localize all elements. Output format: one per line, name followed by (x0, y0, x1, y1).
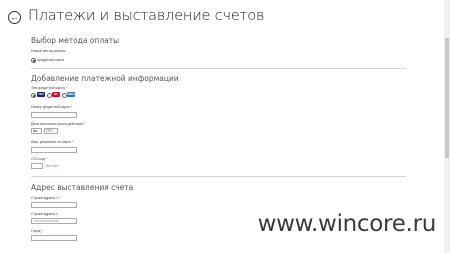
card-type-label: Тип кредитной карты * (31, 86, 68, 90)
city-label: Город * (31, 229, 43, 233)
cardholder-name-label: Имя, указанное на карте * (31, 140, 74, 144)
expiry-month-value: мм (33, 129, 38, 133)
back-arrow-icon[interactable]: ← (8, 11, 21, 24)
credit-card-radio-label: Кредитная карта (37, 58, 65, 62)
expiry-year-select[interactable]: ГГГГ (44, 128, 58, 134)
city-input[interactable] (31, 235, 77, 241)
cardholder-name-input[interactable] (31, 147, 77, 153)
card-type-logos: VISA MC AMEX (37, 92, 77, 98)
section-divider (31, 176, 406, 177)
section-heading-payment-method: Выбор метода оплаты (31, 36, 119, 45)
page-title: Платежи и выставление счетов (28, 8, 265, 24)
expiry-label: Дата окончания срока действия * (31, 122, 86, 126)
visa-logo[interactable]: VISA (37, 92, 45, 97)
address-line1-input[interactable] (31, 202, 77, 208)
vertical-scrollbar[interactable] (444, 0, 450, 253)
credit-card-radio[interactable] (31, 58, 36, 63)
scrollbar-thumb[interactable] (445, 38, 449, 158)
section-divider (31, 68, 406, 69)
cvv-label: CVV-код * (31, 157, 47, 161)
cvv-help-link[interactable]: Что это? (46, 164, 59, 168)
card-number-input[interactable] (31, 112, 77, 118)
address-line2-input[interactable]: Необязательный (31, 218, 77, 224)
cvv-input[interactable] (31, 163, 43, 169)
mastercard-logo[interactable]: MC (52, 92, 60, 97)
address-line1-label: Строка адреса 1 * (31, 196, 61, 200)
section-heading-billing: Адрес выставления счета (31, 183, 134, 192)
card-type-radio[interactable] (31, 93, 36, 98)
amex-logo[interactable]: AMEX (67, 92, 75, 97)
expiry-year-value: ГГГГ (46, 129, 53, 133)
expiry-month-select[interactable]: мм (31, 128, 42, 134)
card-number-label: Номер кредитной карты * (31, 105, 73, 109)
address-line2-label: Строка адреса 2 (31, 212, 59, 216)
section-heading-payment-info: Добавление платежной информации (31, 74, 179, 83)
watermark: www.wincore.ru (257, 211, 437, 237)
new-payment-method-label: Новый метод оплаты (31, 49, 66, 53)
